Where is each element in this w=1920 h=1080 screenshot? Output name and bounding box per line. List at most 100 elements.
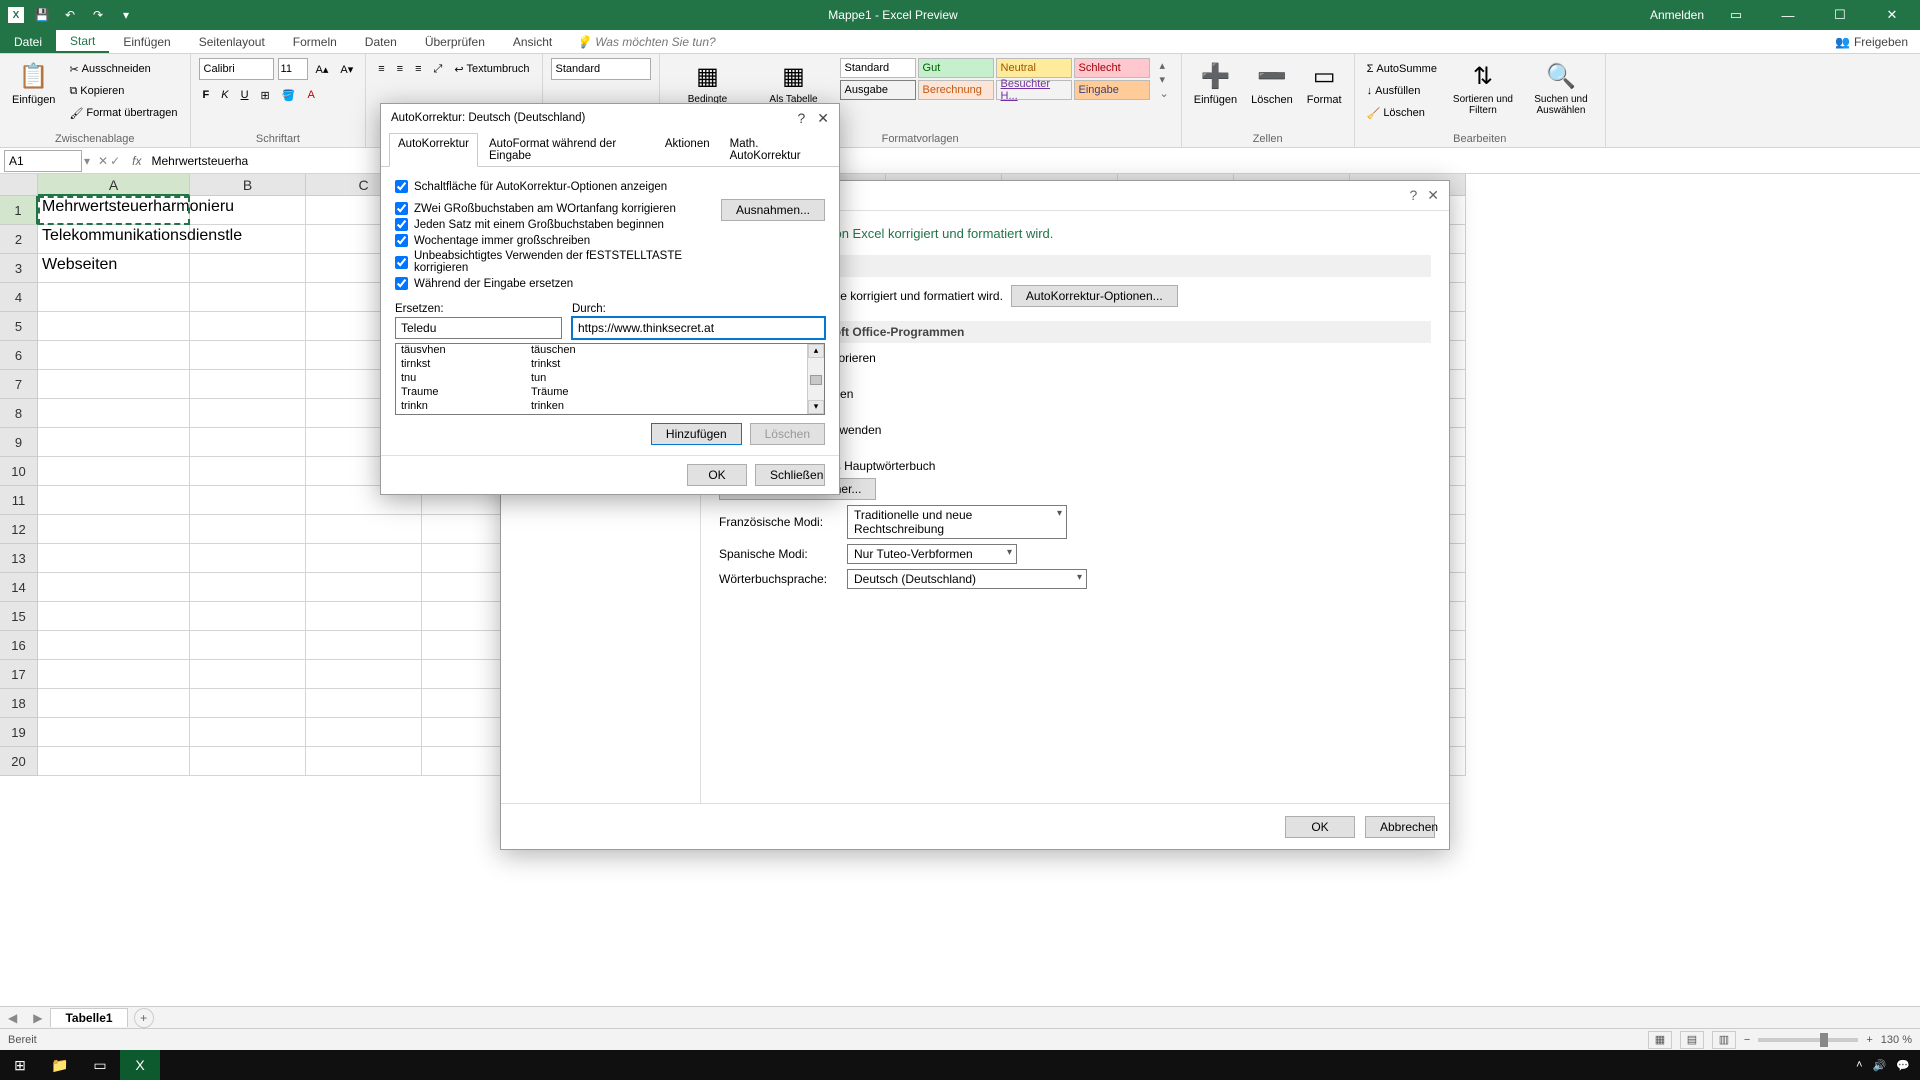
row-header-9[interactable]: 9 bbox=[0, 428, 38, 457]
cell-C19[interactable] bbox=[306, 718, 422, 747]
add-button[interactable]: Hinzufügen bbox=[651, 423, 742, 445]
style-gallery-up-icon[interactable]: ▴ bbox=[1156, 58, 1173, 72]
scroll-up-icon[interactable]: ▴ bbox=[808, 344, 824, 358]
autosum-button[interactable]: ΣAutoSumme bbox=[1363, 58, 1441, 80]
zoom-out-icon[interactable]: − bbox=[1744, 1034, 1750, 1046]
tab-ueberpruefen[interactable]: Überprüfen bbox=[411, 30, 499, 53]
cell-C18[interactable] bbox=[306, 689, 422, 718]
increase-font-button[interactable]: A▴ bbox=[312, 61, 333, 78]
zoom-level[interactable]: 130 % bbox=[1881, 1034, 1912, 1046]
cell-B19[interactable] bbox=[190, 718, 306, 747]
font-size-combo[interactable] bbox=[278, 58, 308, 80]
sheet-nav-next-icon[interactable]: ▶ bbox=[25, 1011, 50, 1025]
style-schlecht[interactable]: Schlecht bbox=[1074, 58, 1150, 78]
add-sheet-button[interactable]: + bbox=[134, 1008, 154, 1028]
bold-button[interactable]: F bbox=[199, 87, 214, 103]
number-format-combo[interactable] bbox=[551, 58, 651, 80]
row-header-2[interactable]: 2 bbox=[0, 225, 38, 254]
format-cells-button[interactable]: ▭Format bbox=[1303, 58, 1346, 108]
tab-ansicht[interactable]: Ansicht bbox=[499, 30, 566, 53]
replace-input[interactable] bbox=[395, 317, 562, 339]
row-header-4[interactable]: 4 bbox=[0, 283, 38, 312]
cell-A12[interactable] bbox=[38, 515, 190, 544]
zoom-slider[interactable] bbox=[1758, 1038, 1858, 1042]
options-cancel-button[interactable]: Abbrechen bbox=[1365, 816, 1435, 838]
border-button[interactable]: ⊞ bbox=[257, 87, 274, 104]
cell-B15[interactable] bbox=[190, 602, 306, 631]
normal-view-icon[interactable]: ▦ bbox=[1648, 1031, 1672, 1049]
row-header-5[interactable]: 5 bbox=[0, 312, 38, 341]
check-two-caps[interactable]: ZWei GRoßbuchstaben am WOrtanfang korrig… bbox=[395, 202, 711, 215]
wrap-text-button[interactable]: ↩Textumbruch bbox=[450, 61, 533, 78]
column-header-B[interactable]: B bbox=[190, 174, 306, 196]
zoom-thumb[interactable] bbox=[1820, 1033, 1828, 1047]
ribbon-options-icon[interactable]: ▭ bbox=[1716, 1, 1756, 29]
autocorrect-list[interactable]: täusvhentäuschentirnksttrinksttnutunTrau… bbox=[395, 343, 825, 415]
fx-icon[interactable]: fx bbox=[126, 154, 147, 168]
row-header-14[interactable]: 14 bbox=[0, 573, 38, 602]
with-input[interactable] bbox=[572, 317, 825, 339]
decrease-font-button[interactable]: A▾ bbox=[336, 61, 357, 78]
minimize-button[interactable]: — bbox=[1768, 1, 1808, 29]
cell-B14[interactable] bbox=[190, 573, 306, 602]
autocorrect-list-row[interactable]: tirnksttrinkst bbox=[396, 358, 807, 372]
italic-button[interactable]: K bbox=[217, 87, 232, 103]
cell-A1[interactable]: Mehrwertsteuerharmonieru bbox=[38, 196, 190, 225]
cell-B17[interactable] bbox=[190, 660, 306, 689]
tab-daten[interactable]: Daten bbox=[351, 30, 411, 53]
cell-B20[interactable] bbox=[190, 747, 306, 776]
autocorrect-list-row[interactable]: tnutun bbox=[396, 372, 807, 386]
column-header-A[interactable]: A bbox=[38, 174, 190, 196]
cell-C16[interactable] bbox=[306, 631, 422, 660]
tab-start[interactable]: Start bbox=[56, 30, 109, 53]
row-header-11[interactable]: 11 bbox=[0, 486, 38, 515]
cell-C12[interactable] bbox=[306, 515, 422, 544]
name-box[interactable]: A1 bbox=[4, 150, 82, 172]
tab-einfuegen[interactable]: Einfügen bbox=[109, 30, 184, 53]
cell-B9[interactable] bbox=[190, 428, 306, 457]
close-button[interactable]: ✕ bbox=[1872, 1, 1912, 29]
cell-B3[interactable] bbox=[190, 254, 306, 283]
style-standard[interactable]: Standard bbox=[840, 58, 916, 78]
cell-C13[interactable] bbox=[306, 544, 422, 573]
help-icon[interactable]: ? bbox=[1409, 187, 1417, 204]
cell-A13[interactable] bbox=[38, 544, 190, 573]
page-layout-view-icon[interactable]: ▤ bbox=[1680, 1031, 1704, 1049]
zoom-in-icon[interactable]: + bbox=[1866, 1034, 1872, 1046]
accept-formula-icon[interactable]: ✓ bbox=[110, 154, 120, 168]
cell-B10[interactable] bbox=[190, 457, 306, 486]
cell-A10[interactable] bbox=[38, 457, 190, 486]
paste-button[interactable]: 📋 Einfügen bbox=[8, 58, 59, 108]
format-painter-button[interactable]: 🖌Format übertragen bbox=[65, 102, 181, 124]
share-button[interactable]: 👥 Freigeben bbox=[1823, 30, 1920, 53]
check-replace-while-typing[interactable]: Während der Eingabe ersetzen bbox=[395, 277, 711, 290]
underline-button[interactable]: U bbox=[237, 87, 253, 103]
dict-language-select[interactable]: Deutsch (Deutschland) bbox=[847, 569, 1087, 589]
copy-button[interactable]: ⧉Kopieren bbox=[65, 80, 181, 102]
help-icon[interactable]: ? bbox=[797, 110, 805, 127]
cell-B4[interactable] bbox=[190, 283, 306, 312]
tab-autokorrektur[interactable]: AutoKorrektur bbox=[389, 133, 478, 167]
cell-B18[interactable] bbox=[190, 689, 306, 718]
tab-datei[interactable]: Datei bbox=[0, 30, 56, 53]
insert-cells-button[interactable]: ➕Einfügen bbox=[1190, 58, 1241, 108]
cell-A3[interactable]: Webseiten bbox=[38, 254, 190, 283]
cell-A18[interactable] bbox=[38, 689, 190, 718]
sheet-nav-prev-icon[interactable]: ◀ bbox=[0, 1011, 25, 1025]
row-header-16[interactable]: 16 bbox=[0, 631, 38, 660]
autocorrect-list-row[interactable]: trinkntrinken bbox=[396, 400, 807, 414]
cell-B5[interactable] bbox=[190, 312, 306, 341]
cell-B7[interactable] bbox=[190, 370, 306, 399]
redo-icon[interactable]: ↷ bbox=[88, 5, 108, 25]
file-explorer-icon[interactable]: 📁 bbox=[40, 1050, 80, 1080]
cell-A19[interactable] bbox=[38, 718, 190, 747]
check-capitalize-weekdays[interactable]: Wochentage immer großschreiben bbox=[395, 234, 711, 247]
exceptions-button[interactable]: Ausnahmen... bbox=[721, 199, 825, 221]
options-ok-button[interactable]: OK bbox=[1285, 816, 1355, 838]
cell-B12[interactable] bbox=[190, 515, 306, 544]
clear-button[interactable]: 🧹Löschen bbox=[1363, 102, 1441, 124]
cell-B1[interactable] bbox=[190, 196, 306, 225]
tab-autoformat[interactable]: AutoFormat während der Eingabe bbox=[480, 133, 654, 167]
cancel-formula-icon[interactable]: ✕ bbox=[98, 154, 108, 168]
fill-button[interactable]: ↓Ausfüllen bbox=[1363, 80, 1441, 102]
